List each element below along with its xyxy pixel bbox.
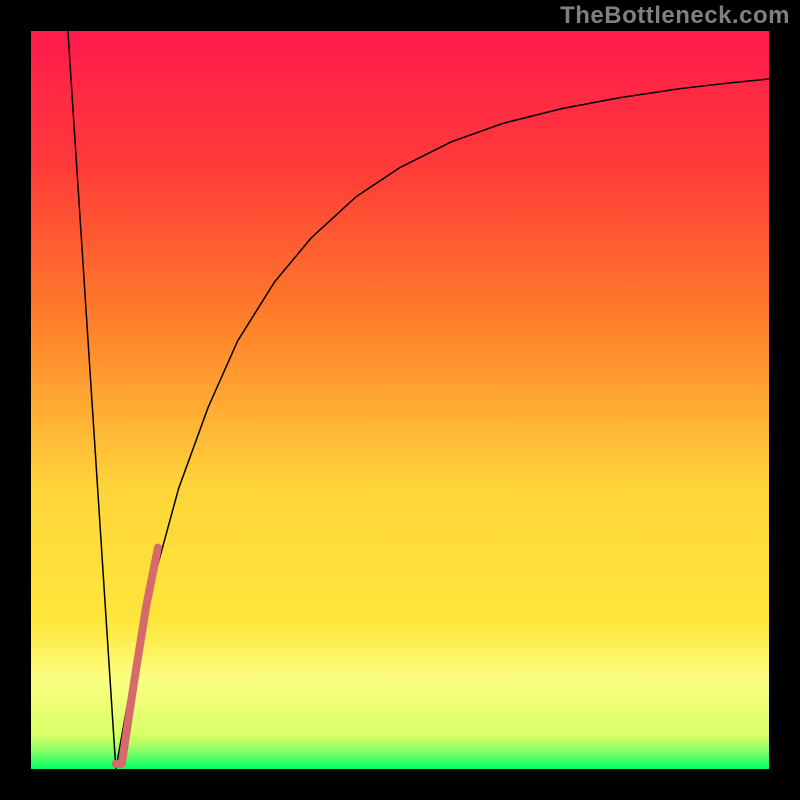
watermark-text: TheBottleneck.com	[560, 2, 790, 30]
plot-svg	[31, 31, 769, 769]
plot-area	[31, 31, 769, 769]
chart-frame: TheBottleneck.com	[0, 0, 800, 800]
